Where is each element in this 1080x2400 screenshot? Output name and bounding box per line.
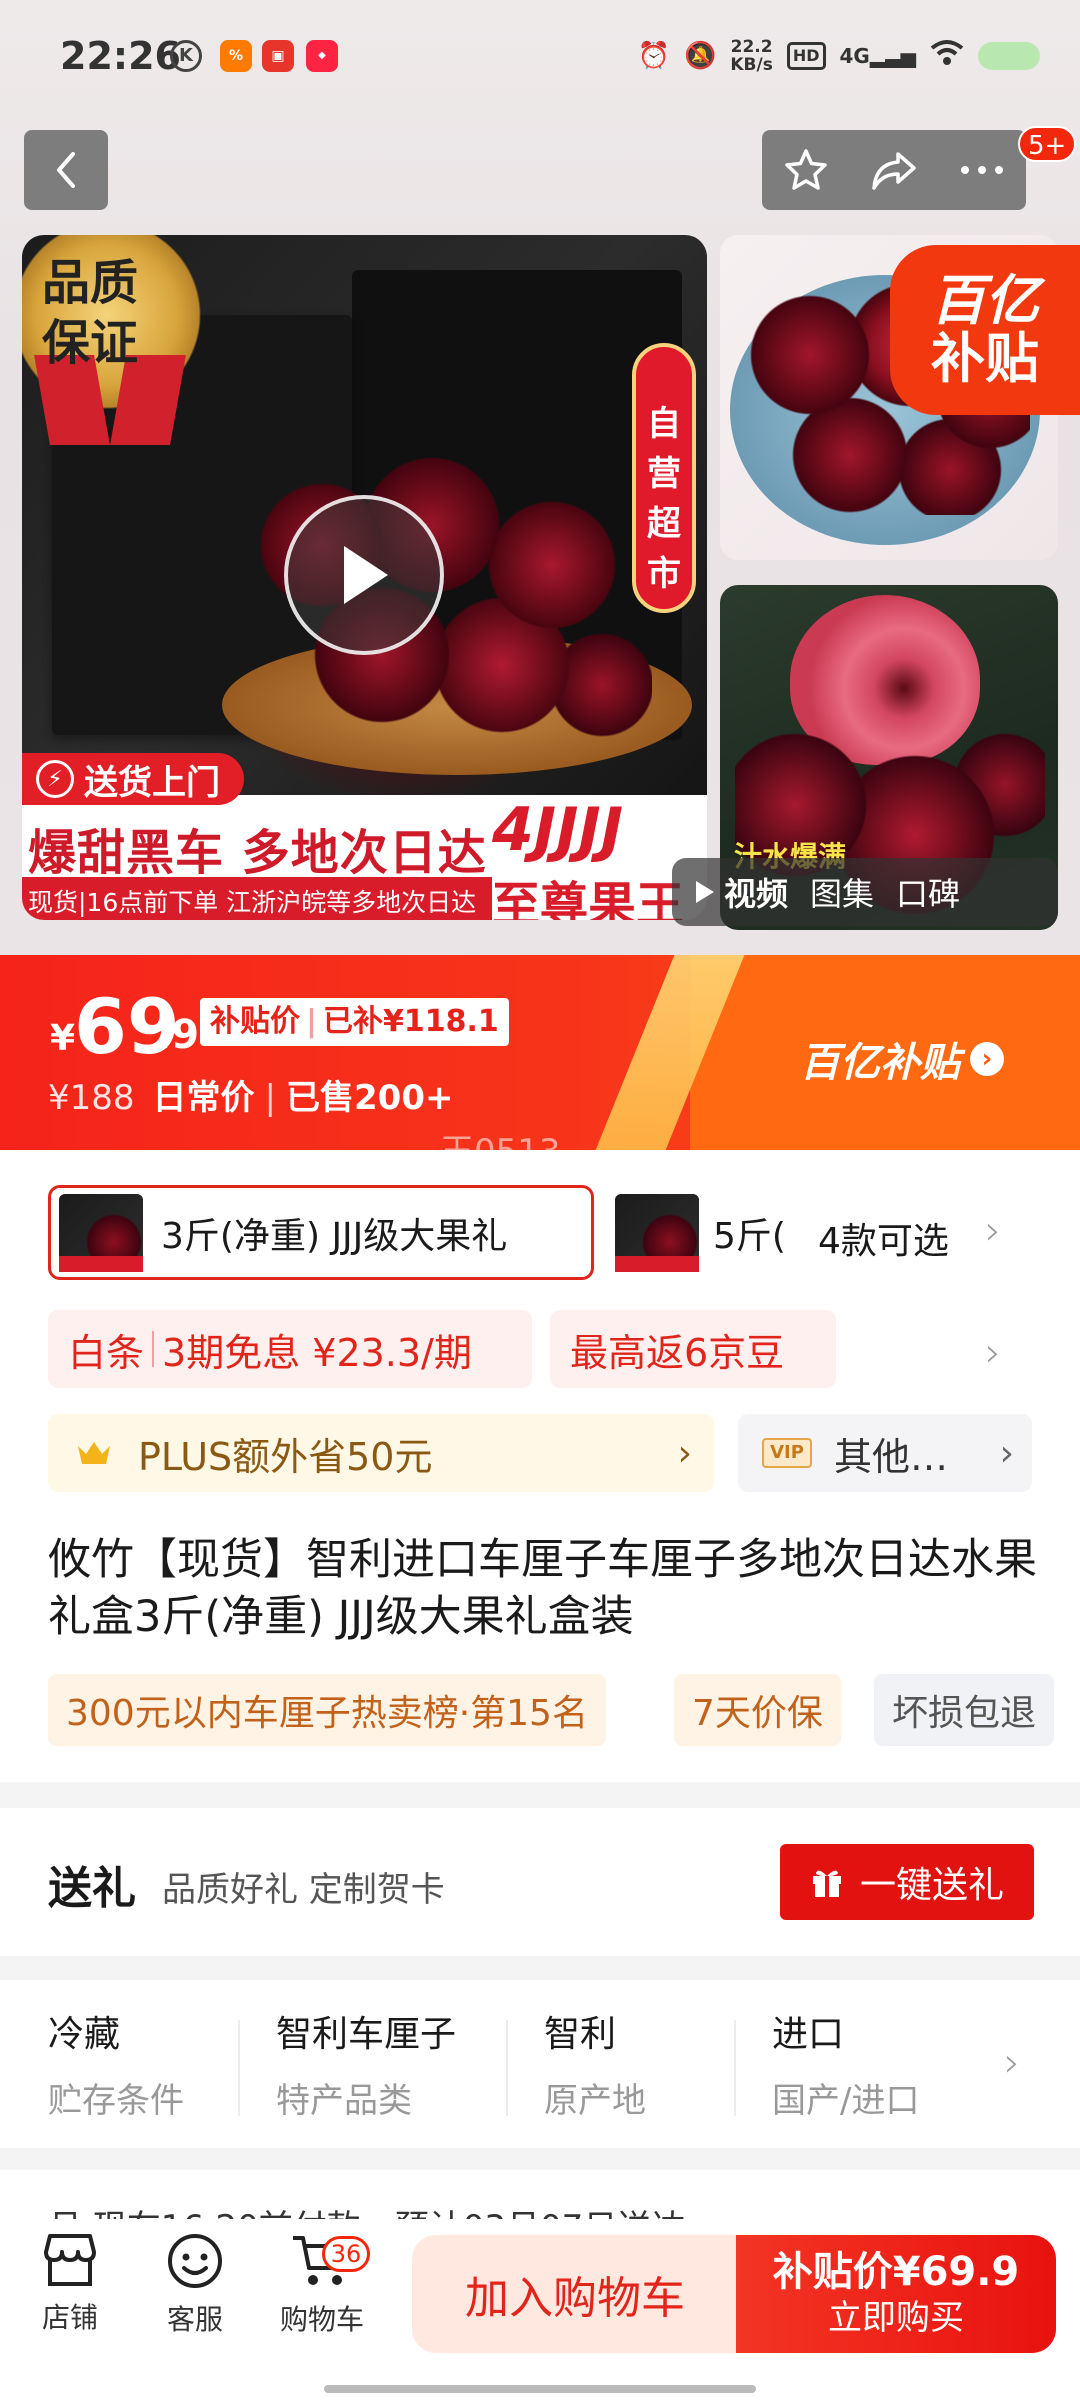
sku-option-selected[interactable]: 3斤(净重) JJJ级大果礼 — [48, 1185, 594, 1280]
play-icon — [344, 546, 388, 604]
more-icon — [961, 166, 1003, 174]
main-product-image[interactable]: 品质 保证 自 营 超 市 ⚡ 送货上门 爆甜黑车 多地次日达 4JJJJ 现货… — [22, 235, 707, 920]
chevron-right-icon[interactable]: › — [1004, 2040, 1020, 2086]
one-click-gift-button[interactable]: 一键送礼 — [780, 1844, 1034, 1920]
self-run-char: 营 — [647, 454, 681, 494]
media-tabs: 视频 图集 口碑 — [672, 858, 1058, 926]
divider — [238, 2020, 240, 2116]
crown-icon — [78, 1442, 110, 1464]
gift-icon — [812, 1870, 841, 1897]
network-speed: 22.2 KB/s — [730, 37, 773, 75]
billion-subsidy-badge: 百亿 补贴 — [890, 245, 1080, 415]
app-notification-icon: % — [220, 40, 252, 72]
customer-service-icon — [168, 2234, 222, 2288]
mute-icon: 🔕 — [683, 41, 717, 71]
original-price-note: 日常价 — [152, 1078, 255, 1118]
promo-king: 至尊果王 — [492, 877, 685, 920]
shop-icon — [44, 2234, 96, 2286]
k-icon: K — [170, 40, 202, 72]
product-title: 攸竹【现货】智利进口车厘子车厘子多地次日达水果礼盒3斤(净重) JJJ级大果礼盒… — [48, 1535, 1037, 1642]
customer-service-button[interactable]: 客服 — [135, 2232, 255, 2338]
vip-benefits[interactable]: VIP 其他… › — [738, 1414, 1032, 1492]
back-arrow-icon — [57, 152, 75, 188]
subsidy-price-tag: 补贴价 | 已补¥118.1 — [200, 998, 509, 1046]
baitiao-installment[interactable]: 白条 3期免息 ¥23.3/期 — [48, 1310, 532, 1388]
back-button[interactable] — [24, 130, 108, 210]
jd-bean-rebate[interactable]: 最高返6京豆 — [550, 1310, 836, 1388]
lightning-icon: ⚡ — [36, 760, 74, 798]
alarm-icon: ⏰ — [637, 41, 670, 71]
sold-count: 已售200+ — [286, 1078, 454, 1118]
promo-grade: 4JJJJ — [492, 795, 624, 865]
wifi-icon — [930, 39, 964, 74]
status-icons: ⏰ 🔕 22.2 KB/s HD 4G▂▃▅ — [638, 36, 1040, 76]
price-decimal: .9 — [156, 1012, 200, 1058]
signal-icon: 4G▂▃▅ — [839, 44, 917, 68]
share-button[interactable] — [854, 130, 934, 210]
play-small-icon — [696, 881, 714, 903]
sku-thumbnail — [615, 1193, 699, 1272]
add-to-cart-button[interactable]: 加入购物车 — [412, 2235, 738, 2353]
price-currency: ¥ — [50, 1018, 76, 1059]
app-notification-icon: ▣ — [262, 40, 294, 72]
shop-button[interactable]: 店铺 — [10, 2232, 130, 2336]
status-time: 22:26 — [60, 34, 181, 78]
tab-video[interactable]: 视频 — [724, 869, 788, 915]
self-run-char: 自 — [647, 404, 681, 444]
divider — [734, 2020, 736, 2116]
chevron-right-icon: › — [677, 1432, 692, 1474]
attribute-import: 进口 国产/进口 — [772, 2014, 920, 2121]
play-video-button[interactable] — [284, 495, 444, 655]
self-run-supermarket-badge: 自 营 超 市 — [632, 343, 696, 613]
price-subline: ¥188 日常价 | 已售200+ — [48, 1078, 454, 1118]
chevron-right-icon[interactable]: › — [985, 1330, 1001, 1376]
plus-savings[interactable]: PLUS额外省50元 › — [48, 1414, 714, 1492]
sku-thumbnail — [59, 1193, 143, 1272]
sku-label: 5斤( — [713, 1215, 786, 1257]
chevron-right-icon: › — [970, 1042, 1004, 1076]
promo-subline: 现货|16点前下单 江浙沪皖等多地次日达 — [28, 888, 477, 917]
promo-headline: 爆甜黑车 多地次日达 — [28, 825, 487, 881]
self-run-char: 超 — [647, 504, 681, 544]
star-icon — [785, 149, 827, 190]
damage-refund-tag[interactable]: 坏损包退 — [874, 1674, 1055, 1746]
share-icon — [872, 152, 916, 190]
watermark: 王0513 — [440, 1132, 561, 1172]
original-price: ¥188 — [48, 1078, 135, 1118]
notification-badge: 5+ — [1018, 126, 1077, 162]
buy-now-button[interactable]: 补贴价¥69.9 立即购买 — [736, 2235, 1056, 2353]
attribute-origin: 智利 原产地 — [544, 2014, 646, 2121]
app-notification-icon: ◆ — [306, 40, 338, 72]
cart-count-badge: 36 — [322, 2236, 370, 2272]
vip-icon: VIP — [762, 1438, 812, 1468]
more-button[interactable] — [942, 130, 1022, 210]
chevron-right-icon: › — [999, 1432, 1014, 1474]
self-run-char: 市 — [647, 554, 681, 594]
quality-badge-text: 品质 保证 — [42, 255, 139, 371]
attribute-category: 智利车厘子 特产品类 — [276, 2014, 457, 2121]
home-indicator[interactable] — [324, 2385, 756, 2393]
delivery-tag: ⚡ 送货上门 — [22, 753, 244, 805]
sku-option[interactable]: 5斤( — [615, 1185, 795, 1280]
top-action-group — [762, 130, 1026, 210]
gift-subtitle: 品质好礼 定制贺卡 — [162, 1870, 445, 1910]
ranking-badge[interactable]: 300元以内车厘子热卖榜·第15名 — [48, 1674, 606, 1746]
chevron-right-icon[interactable]: › — [985, 1208, 1001, 1254]
attribute-storage: 冷藏 贮存条件 — [48, 2014, 184, 2121]
sku-more-options[interactable]: 4款可选 — [818, 1212, 949, 1264]
tab-gallery[interactable]: 图集 — [810, 869, 874, 915]
gift-title: 送礼 — [48, 1863, 136, 1914]
quality-guarantee-badge: 品质 保证 — [22, 235, 212, 445]
hd-icon: HD — [786, 42, 826, 70]
battery-icon — [978, 42, 1040, 70]
price-protection-tag[interactable]: 7天价保 — [674, 1674, 841, 1746]
tab-reviews[interactable]: 口碑 — [896, 869, 960, 915]
sku-label: 3斤(净重) JJJ级大果礼 — [161, 1215, 508, 1257]
divider — [506, 2020, 508, 2116]
favorite-button[interactable] — [766, 130, 846, 210]
billion-subsidy-link[interactable]: 百亿补贴 › — [800, 1030, 1004, 1088]
